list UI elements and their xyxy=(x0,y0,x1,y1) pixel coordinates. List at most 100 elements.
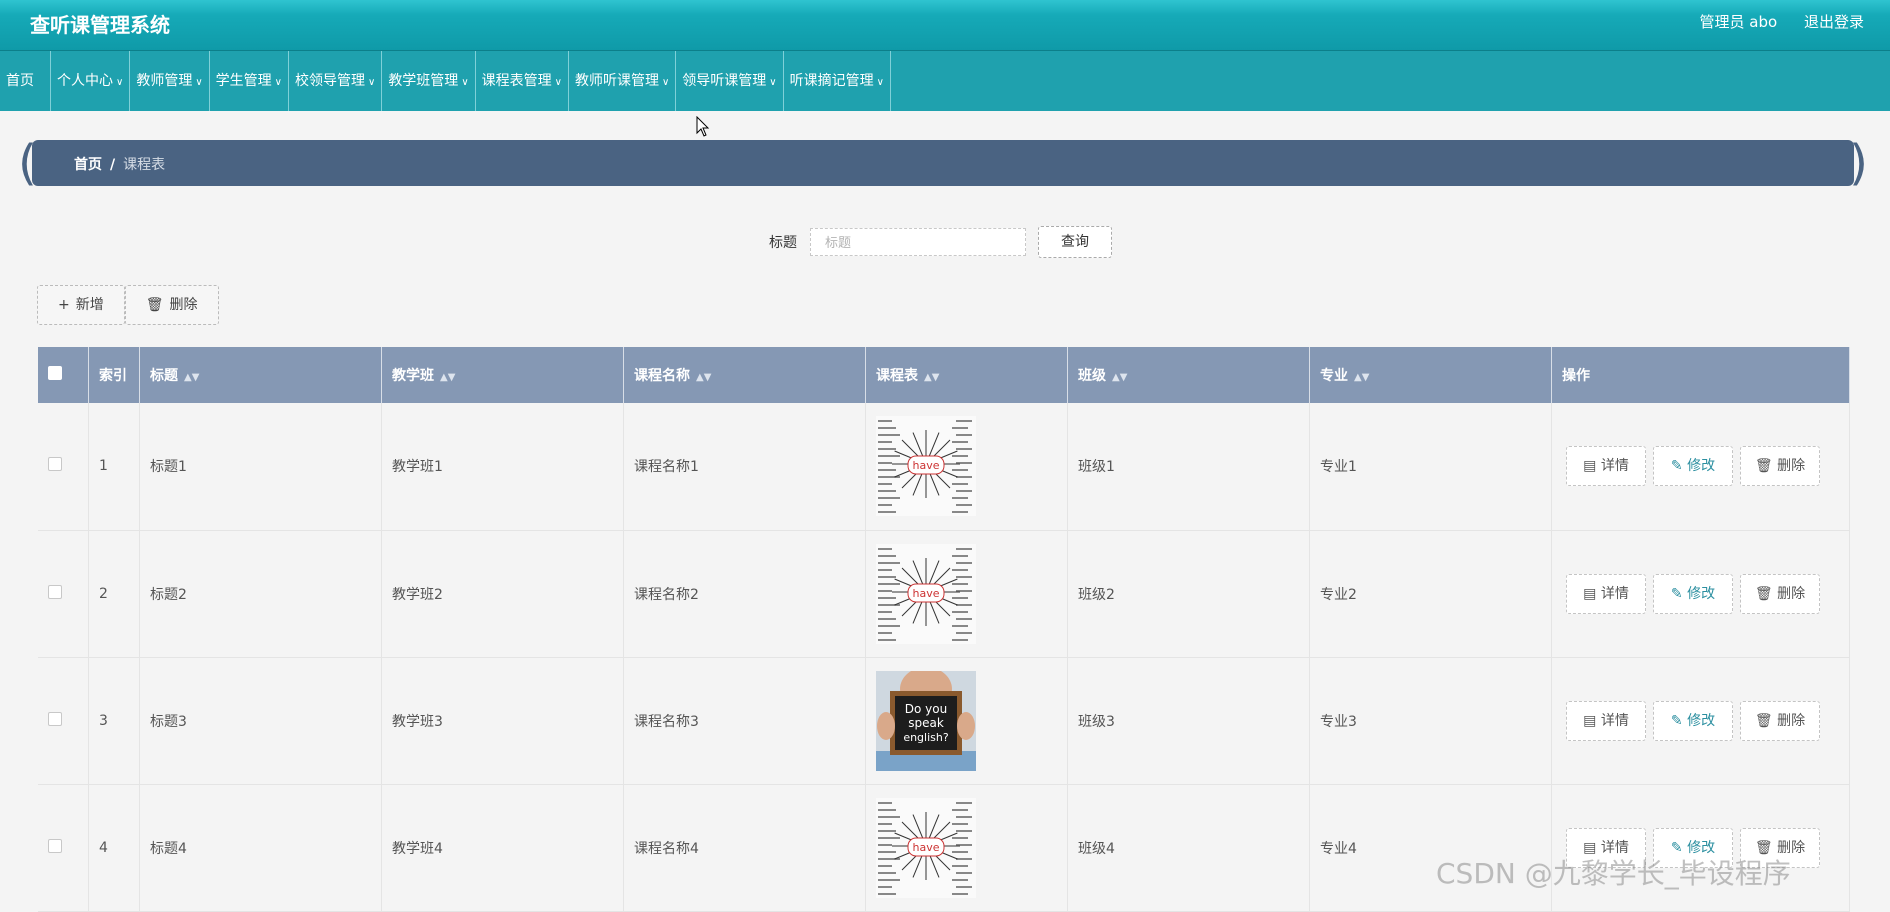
pencil-icon: ✎ xyxy=(1670,712,1688,729)
delete-button[interactable]: 🗑 删除 xyxy=(1740,700,1820,741)
nav-item-0[interactable]: 首页 xyxy=(0,51,51,111)
col-major[interactable]: 专业 ▲▼ xyxy=(1309,347,1552,403)
nav-item-1[interactable]: 个人中心 ∨ xyxy=(51,51,131,111)
batch-delete-button[interactable]: 🗑 删除 xyxy=(124,285,219,325)
nav-item-label: 教学班管理 xyxy=(388,73,459,89)
delete-label: 删除 xyxy=(1777,585,1806,602)
nav-item-label: 教师听课管理 xyxy=(574,73,659,89)
svg-text:speak: speak xyxy=(908,716,944,730)
detail-button[interactable]: ▤ 详情 xyxy=(1566,446,1646,487)
nav-item-6[interactable]: 课程表管理 ∨ xyxy=(476,51,569,111)
chevron-down-icon: ∨ xyxy=(661,77,670,88)
nav-item-label: 教师管理 xyxy=(136,73,193,89)
delete-button[interactable]: 🗑 删除 xyxy=(1740,446,1820,487)
breadcrumb-home[interactable]: 首页 xyxy=(74,157,102,173)
cell-class: 教学班1 xyxy=(381,403,624,530)
nav-item-label: 个人中心 xyxy=(57,73,113,89)
cell-grade: 班级1 xyxy=(1067,403,1310,530)
delete-button[interactable]: 🗑 删除 xyxy=(1740,573,1820,614)
edit-label: 修改 xyxy=(1687,585,1716,602)
nav-item-label: 领导听课管理 xyxy=(682,73,767,89)
chevron-down-icon: ∨ xyxy=(769,77,777,88)
cell-index: 2 xyxy=(88,530,140,657)
cell-index: 4 xyxy=(88,784,140,911)
chevron-down-icon: ∨ xyxy=(274,77,282,88)
cell-course: 课程名称1 xyxy=(623,403,866,530)
cell-course: 课程名称4 xyxy=(623,784,866,911)
select-all-checkbox[interactable] xyxy=(48,366,62,380)
chevron-down-icon: ∨ xyxy=(461,77,469,88)
col-title[interactable]: 标题 ▲▼ xyxy=(139,347,382,403)
chevron-down-icon: ∨ xyxy=(195,77,203,88)
main-nav: 首页 个人中心 ∨ 教师管理 ∨ 学生管理 ∨ 校领导管理 ∨ 教学班管理 ∨ 课程表管理 ∨ 教师听课管… xyxy=(0,50,1890,111)
edit-button[interactable]: ✎ 修改 xyxy=(1653,700,1733,741)
chevron-down-icon: ∨ xyxy=(116,77,124,88)
delete-label: 删除 xyxy=(1777,458,1806,475)
search-input[interactable] xyxy=(810,228,1026,256)
nav-item-8[interactable]: 领导听课管理 ∨ xyxy=(676,51,784,111)
svg-text:english?: english? xyxy=(903,731,949,744)
nav-item-3[interactable]: 学生管理 ∨ xyxy=(210,51,289,111)
nav-item-2[interactable]: 教师管理 ∨ xyxy=(130,51,210,111)
table-row: 3 标题3 教学班3 课程名称3 Do you speak english? 班级3 专业3 ▤ … xyxy=(38,657,1850,784)
col-course[interactable]: 课程名称 ▲▼ xyxy=(623,347,866,403)
trash-icon: 🗑 xyxy=(1754,712,1778,729)
row-select-cell xyxy=(38,530,89,657)
chevron-down-icon: ∨ xyxy=(876,77,884,88)
row-checkbox[interactable] xyxy=(48,838,62,853)
pencil-icon: ✎ xyxy=(1670,585,1688,602)
bracket-right-icon: ) xyxy=(1849,135,1868,191)
nav-item-5[interactable]: 教学班管理 ∨ xyxy=(382,51,476,111)
col-grade[interactable]: 班级 ▲▼ xyxy=(1067,347,1310,403)
edit-label: 修改 xyxy=(1687,458,1716,475)
query-button[interactable]: 查询 xyxy=(1038,226,1112,258)
col-class[interactable]: 教学班 ▲▼ xyxy=(381,347,624,403)
mouse-cursor-icon xyxy=(696,116,710,137)
nav-item-label: 课程表管理 xyxy=(481,73,552,89)
cell-course: 课程名称2 xyxy=(623,530,866,657)
search-label: 标题 xyxy=(769,235,797,251)
nav-item-label: 学生管理 xyxy=(215,73,272,89)
nav-item-7[interactable]: 教师听课管理 ∨ xyxy=(569,51,677,111)
row-checkbox[interactable] xyxy=(48,457,62,472)
cell-class: 教学班4 xyxy=(381,784,624,911)
plus-icon: + xyxy=(58,297,70,313)
nav-item-label: 校领导管理 xyxy=(294,73,365,89)
edit-button[interactable]: ✎ 修改 xyxy=(1653,446,1733,487)
trash-icon: 🗑 xyxy=(1754,458,1778,475)
user-area: 管理员 abo 退出登录 xyxy=(1678,11,1864,32)
cell-actions: ▤ 详情 ✎ 修改 🗑 删除 xyxy=(1551,530,1850,657)
svg-text:have: have xyxy=(913,587,940,600)
cell-title: 标题2 xyxy=(139,530,382,657)
col-schedule[interactable]: 课程表 ▲▼ xyxy=(865,347,1068,403)
table-row: 2 标题2 教学班2 课程名称2 have 班级2 专业2 ▤ 详情 ✎ 修改 🗑 删除 xyxy=(38,530,1850,657)
nav-item-9[interactable]: 听课摘记管理 ∨ xyxy=(784,51,891,111)
edit-button[interactable]: ✎ 修改 xyxy=(1653,573,1733,614)
add-button[interactable]: + 新增 xyxy=(37,285,125,325)
cell-index: 3 xyxy=(88,657,140,784)
have-wordmap-image: have xyxy=(876,543,976,644)
svg-text:have: have xyxy=(913,459,940,472)
top-header: 查听课管理系统 管理员 abo 退出登录 xyxy=(0,0,1890,50)
row-checkbox[interactable] xyxy=(48,711,62,726)
detail-button[interactable]: ▤ 详情 xyxy=(1566,573,1646,614)
cell-actions: ▤ 详情 ✎ 修改 🗑 删除 xyxy=(1551,403,1850,530)
sort-icon: ▲▼ xyxy=(1112,372,1128,383)
detail-label: 详情 xyxy=(1600,458,1629,475)
cell-grade: 班级2 xyxy=(1067,530,1310,657)
course-table: 索引 标题 ▲▼ 教学班 ▲▼ 课程名称 ▲▼ 课程表 ▲▼ 班级 ▲▼ 专业 ▲▼ 操作 … xyxy=(38,347,1850,912)
breadcrumb-separator: / xyxy=(110,157,116,173)
nav-item-label: 首页 xyxy=(6,73,34,89)
batch-delete-label: 删除 xyxy=(169,297,198,313)
nav-item-4[interactable]: 校领导管理 ∨ xyxy=(289,51,383,111)
sort-icon: ▲▼ xyxy=(924,372,940,383)
detail-button[interactable]: ▤ 详情 xyxy=(1566,700,1646,741)
cell-schedule-image: Do you speak english? xyxy=(865,657,1068,784)
cell-schedule-image: have xyxy=(865,784,1068,911)
logout-link[interactable]: 退出登录 xyxy=(1804,13,1864,31)
cell-major: 专业2 xyxy=(1309,530,1552,657)
watermark: CSDN @九黎学长_毕设程序 xyxy=(1436,857,1791,890)
cell-title: 标题4 xyxy=(139,784,382,911)
row-checkbox[interactable] xyxy=(48,584,62,599)
have-wordmap-image: have xyxy=(876,416,976,517)
